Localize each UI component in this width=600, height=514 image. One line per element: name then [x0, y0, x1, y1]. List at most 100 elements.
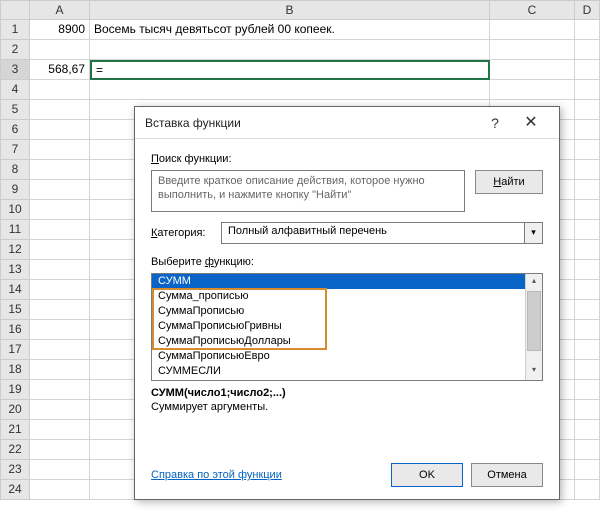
close-icon[interactable]: ✕: [513, 109, 549, 137]
cell-A8[interactable]: [30, 160, 90, 180]
row-header-17[interactable]: 17: [0, 340, 30, 360]
cell-D15[interactable]: [575, 300, 600, 320]
cell-D8[interactable]: [575, 160, 600, 180]
cell-D17[interactable]: [575, 340, 600, 360]
cell-D19[interactable]: [575, 380, 600, 400]
cell-D18[interactable]: [575, 360, 600, 380]
function-item[interactable]: СуммаПрописьюЕвро: [152, 349, 525, 364]
row-header-24[interactable]: 24: [0, 480, 30, 500]
row-header-7[interactable]: 7: [0, 140, 30, 160]
row-header-11[interactable]: 11: [0, 220, 30, 240]
row-header-16[interactable]: 16: [0, 320, 30, 340]
cell-D21[interactable]: [575, 420, 600, 440]
scroll-down-icon[interactable]: ▾: [526, 363, 542, 380]
search-input[interactable]: Введите краткое описание действия, котор…: [151, 170, 465, 212]
cell-A24[interactable]: [30, 480, 90, 500]
row-header-13[interactable]: 13: [0, 260, 30, 280]
function-item[interactable]: СУММЕСЛИ: [152, 364, 525, 379]
col-header-d[interactable]: D: [575, 0, 600, 20]
cell-A7[interactable]: [30, 140, 90, 160]
help-icon[interactable]: ?: [477, 109, 513, 137]
cell-A1[interactable]: 8900: [30, 20, 90, 40]
cell-A10[interactable]: [30, 200, 90, 220]
cell-A4[interactable]: [30, 80, 90, 100]
cell-D6[interactable]: [575, 120, 600, 140]
chevron-down-icon[interactable]: ▾: [524, 223, 542, 243]
cell-A19[interactable]: [30, 380, 90, 400]
function-item[interactable]: СУММ: [152, 274, 525, 289]
row-header-12[interactable]: 12: [0, 240, 30, 260]
function-listbox[interactable]: СУММСумма_прописьюСуммаПрописьюСуммаПроп…: [151, 273, 543, 381]
row-header-14[interactable]: 14: [0, 280, 30, 300]
row-header-6[interactable]: 6: [0, 120, 30, 140]
row-header-22[interactable]: 22: [0, 440, 30, 460]
cell-D11[interactable]: [575, 220, 600, 240]
cell-A17[interactable]: [30, 340, 90, 360]
cell-A21[interactable]: [30, 420, 90, 440]
listbox-scrollbar[interactable]: ▴ ▾: [525, 274, 542, 380]
cell-D24[interactable]: [575, 480, 600, 500]
row-header-4[interactable]: 4: [0, 80, 30, 100]
cell-A14[interactable]: [30, 280, 90, 300]
cell-A18[interactable]: [30, 360, 90, 380]
col-header-b[interactable]: B: [90, 0, 490, 20]
cell-A5[interactable]: [30, 100, 90, 120]
cell-B2[interactable]: [90, 40, 490, 60]
col-header-c[interactable]: C: [490, 0, 575, 20]
row-header-19[interactable]: 19: [0, 380, 30, 400]
row-header-18[interactable]: 18: [0, 360, 30, 380]
scroll-thumb[interactable]: [527, 291, 541, 351]
cell-D14[interactable]: [575, 280, 600, 300]
ok-button[interactable]: OK: [391, 463, 463, 487]
row-header-20[interactable]: 20: [0, 400, 30, 420]
cell-D9[interactable]: [575, 180, 600, 200]
cancel-button[interactable]: Отмена: [471, 463, 543, 487]
scroll-up-icon[interactable]: ▴: [526, 274, 542, 291]
select-all-corner[interactable]: [0, 0, 30, 20]
row-header-1[interactable]: 1: [0, 20, 30, 40]
cell-A2[interactable]: [30, 40, 90, 60]
cell-A23[interactable]: [30, 460, 90, 480]
cell-D22[interactable]: [575, 440, 600, 460]
col-header-a[interactable]: A: [30, 0, 90, 20]
cell-A15[interactable]: [30, 300, 90, 320]
cell-A11[interactable]: [30, 220, 90, 240]
row-header-2[interactable]: 2: [0, 40, 30, 60]
cell-D4[interactable]: [575, 80, 600, 100]
dialog-titlebar[interactable]: Вставка функции ? ✕: [135, 107, 559, 139]
cell-C2[interactable]: [490, 40, 575, 60]
function-item[interactable]: СуммаПрописьюДоллары: [152, 334, 525, 349]
find-button[interactable]: Найти: [475, 170, 543, 194]
cell-A6[interactable]: [30, 120, 90, 140]
row-header-21[interactable]: 21: [0, 420, 30, 440]
row-header-23[interactable]: 23: [0, 460, 30, 480]
cell-A12[interactable]: [30, 240, 90, 260]
cell-D20[interactable]: [575, 400, 600, 420]
row-header-9[interactable]: 9: [0, 180, 30, 200]
cell-C1[interactable]: [490, 20, 575, 40]
cell-A22[interactable]: [30, 440, 90, 460]
cell-A3[interactable]: 568,67: [30, 60, 90, 80]
cell-A20[interactable]: [30, 400, 90, 420]
cell-A13[interactable]: [30, 260, 90, 280]
row-header-8[interactable]: 8: [0, 160, 30, 180]
cell-D12[interactable]: [575, 240, 600, 260]
category-combobox[interactable]: Полный алфавитный перечень ▾: [221, 222, 543, 244]
cell-C3[interactable]: [490, 60, 575, 80]
cell-D16[interactable]: [575, 320, 600, 340]
cell-A9[interactable]: [30, 180, 90, 200]
cell-D2[interactable]: [575, 40, 600, 60]
cell-D5[interactable]: [575, 100, 600, 120]
cell-B1[interactable]: Восемь тысяч девятьсот рублей 00 копеек.: [90, 20, 490, 40]
function-item[interactable]: СуммаПрописью: [152, 304, 525, 319]
function-item[interactable]: СуммаПрописьюГривны: [152, 319, 525, 334]
cell-B3[interactable]: =: [90, 60, 490, 80]
row-header-3[interactable]: 3: [0, 60, 30, 80]
cell-B4[interactable]: [90, 80, 490, 100]
cell-D23[interactable]: [575, 460, 600, 480]
help-link[interactable]: Справка по этой функции: [151, 469, 282, 481]
cell-C4[interactable]: [490, 80, 575, 100]
row-header-15[interactable]: 15: [0, 300, 30, 320]
cell-D1[interactable]: [575, 20, 600, 40]
function-item[interactable]: Сумма_прописью: [152, 289, 525, 304]
